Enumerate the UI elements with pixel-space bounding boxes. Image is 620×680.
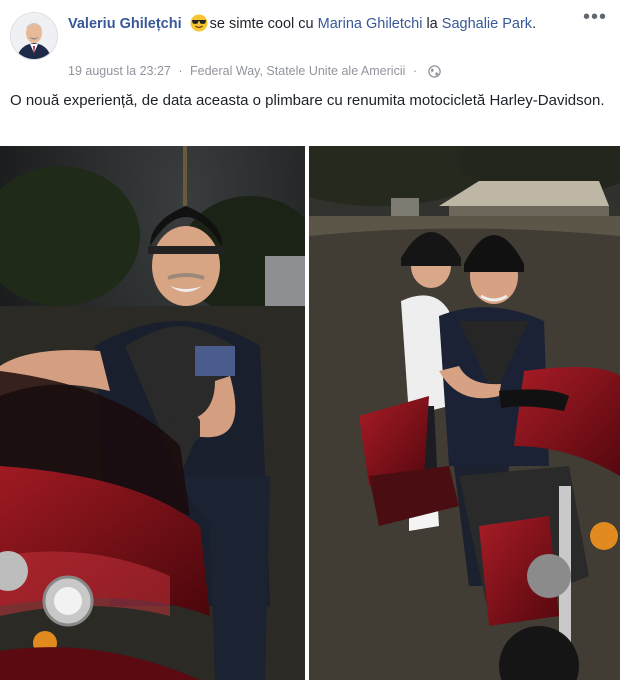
sunglasses-emoji-icon	[190, 14, 208, 32]
more-options-button[interactable]: •••	[582, 7, 608, 30]
tagged-person-link[interactable]: Marina Ghiletchi	[318, 16, 423, 32]
globe-icon[interactable]	[427, 65, 441, 78]
meta-separator: ·	[178, 64, 183, 78]
author-avatar[interactable]	[10, 12, 58, 60]
post-timestamp[interactable]: 19 august la 23:27	[68, 64, 171, 78]
author-name[interactable]: Valeriu Ghilețchi	[68, 16, 182, 32]
activity-text: se simte cool cu	[209, 16, 314, 32]
meta-separator: ·	[412, 64, 418, 78]
place-suffix: .	[532, 16, 537, 32]
photo-man-on-motorcycle[interactable]	[0, 146, 305, 680]
ellipsis-icon: •••	[582, 6, 607, 28]
facebook-post: Valeriu Ghilețchi se simte cool cu Marin…	[0, 0, 620, 680]
at-word: la	[426, 16, 438, 32]
post-location[interactable]: Federal Way, Statele Unite ale Americii	[190, 64, 405, 78]
post-text: O nouă experiență, de data aceasta o pli…	[10, 92, 605, 109]
photo-couple-on-motorcycle[interactable]	[309, 146, 620, 680]
post-header: Valeriu Ghilețchi se simte cool cu Marin…	[68, 14, 568, 35]
place-link[interactable]: Saghalie Park	[442, 16, 532, 32]
post-meta: 19 august la 23:27 · Federal Way, Statel…	[68, 62, 441, 80]
